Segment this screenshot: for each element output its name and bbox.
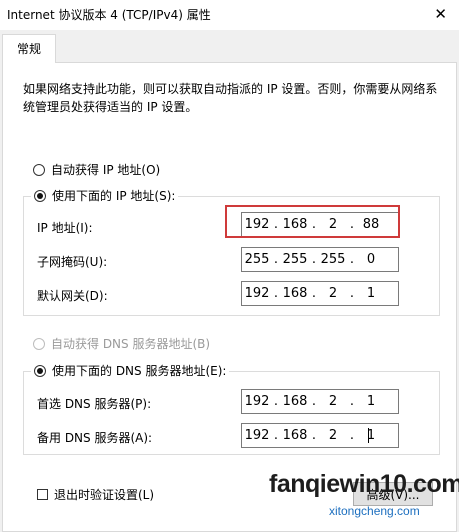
validate-on-exit-label: 退出时验证设置(L): [54, 488, 155, 502]
close-icon[interactable]: ✕: [434, 4, 447, 24]
ip-octet: 2: [328, 217, 338, 232]
ip-octet: 255: [282, 252, 308, 267]
ip-octet: 255: [320, 252, 346, 267]
ip-address-label: IP 地址(I):: [37, 221, 93, 235]
validate-on-exit-checkbox[interactable]: 退出时验证设置(L): [37, 486, 154, 503]
description-text: 如果网络支持此功能，则可以获取自动指派的 IP 设置。否则，你需要从网络系统管理…: [23, 82, 438, 114]
ip-octet: 168: [282, 286, 308, 301]
radio-manual-ip-indicator[interactable]: [34, 189, 46, 202]
alternate-dns-input[interactable]: 192 . 168 . 2 . 1: [241, 423, 399, 448]
ip-octet: 192: [244, 428, 270, 443]
site-watermark: fanqiewin10.com xitongcheng.com: [265, 468, 459, 522]
radio-auto-dns-indicator[interactable]: [33, 337, 45, 350]
ip-address-input[interactable]: 192 . 168 . 2 . 88: [241, 212, 399, 237]
ip-dot: .: [349, 394, 355, 409]
ip-dot: .: [273, 428, 279, 443]
ip-dot: .: [273, 286, 279, 301]
watermark-main-text: fanqiewin10.com: [269, 470, 459, 498]
text-cursor: [368, 428, 369, 443]
ip-dot: .: [349, 252, 355, 267]
ip-dot: .: [311, 217, 317, 232]
ip-octet: 168: [282, 394, 308, 409]
ip-octet: 2: [328, 428, 338, 443]
radio-manual-dns[interactable]: 使用下面的 DNS 服务器地址(E):: [31, 362, 230, 379]
ip-dot: .: [311, 286, 317, 301]
ip-dot: .: [311, 394, 317, 409]
ip-octet: 168: [282, 428, 308, 443]
ip-dot: .: [311, 252, 317, 267]
validate-on-exit-box[interactable]: [37, 489, 48, 500]
radio-auto-ip-label: 自动获得 IP 地址(O): [51, 163, 161, 177]
default-gateway-input[interactable]: 192 . 168 . 2 . 1: [241, 281, 399, 306]
subnet-mask-label: 子网掩码(U):: [37, 255, 108, 269]
ip-octet: 192: [244, 394, 270, 409]
ip-dot: .: [349, 286, 355, 301]
ip-dot: .: [349, 217, 355, 232]
ip-octet: 1: [366, 428, 376, 443]
radio-manual-ip[interactable]: 使用下面的 IP 地址(S):: [31, 187, 179, 204]
ip-dot: .: [311, 428, 317, 443]
ip-dot: .: [349, 428, 355, 443]
window-title: Internet 协议版本 4 (TCP/IPv4) 属性: [7, 8, 211, 22]
ip-octet: 192: [244, 217, 270, 232]
ip-octet: 192: [244, 286, 270, 301]
ip-octet: 88: [362, 217, 380, 232]
ip-octet: 2: [328, 394, 338, 409]
ip-octet: 255: [244, 252, 270, 267]
preferred-dns-label: 首选 DNS 服务器(P):: [37, 397, 152, 411]
radio-manual-ip-label: 使用下面的 IP 地址(S):: [52, 189, 176, 203]
tab-general[interactable]: 常规: [2, 34, 56, 63]
subnet-mask-input[interactable]: 255 . 255 . 255 . 0: [241, 247, 399, 272]
radio-manual-dns-label: 使用下面的 DNS 服务器地址(E):: [52, 364, 227, 378]
radio-auto-ip[interactable]: 自动获得 IP 地址(O): [33, 161, 160, 178]
ip-octet: 2: [328, 286, 338, 301]
default-gateway-label: 默认网关(D):: [37, 289, 108, 303]
title-bar: Internet 协议版本 4 (TCP/IPv4) 属性 ✕: [0, 0, 459, 30]
ip-octet: 0: [366, 252, 376, 267]
ip-octet: 1: [366, 286, 376, 301]
ip-octet: 1: [366, 394, 376, 409]
preferred-dns-input[interactable]: 192 . 168 . 2 . 1: [241, 389, 399, 414]
ip-dot: .: [273, 217, 279, 232]
ip-octet: 168: [282, 217, 308, 232]
alternate-dns-label: 备用 DNS 服务器(A):: [37, 431, 153, 445]
radio-auto-dns[interactable]: 自动获得 DNS 服务器地址(B): [33, 335, 210, 352]
ip-dot: .: [273, 252, 279, 267]
radio-manual-dns-indicator[interactable]: [34, 364, 46, 377]
watermark-sub-text: xitongcheng.com: [329, 504, 420, 518]
radio-auto-ip-indicator[interactable]: [33, 163, 45, 176]
radio-auto-dns-label: 自动获得 DNS 服务器地址(B): [51, 337, 211, 351]
ip-dot: .: [273, 394, 279, 409]
